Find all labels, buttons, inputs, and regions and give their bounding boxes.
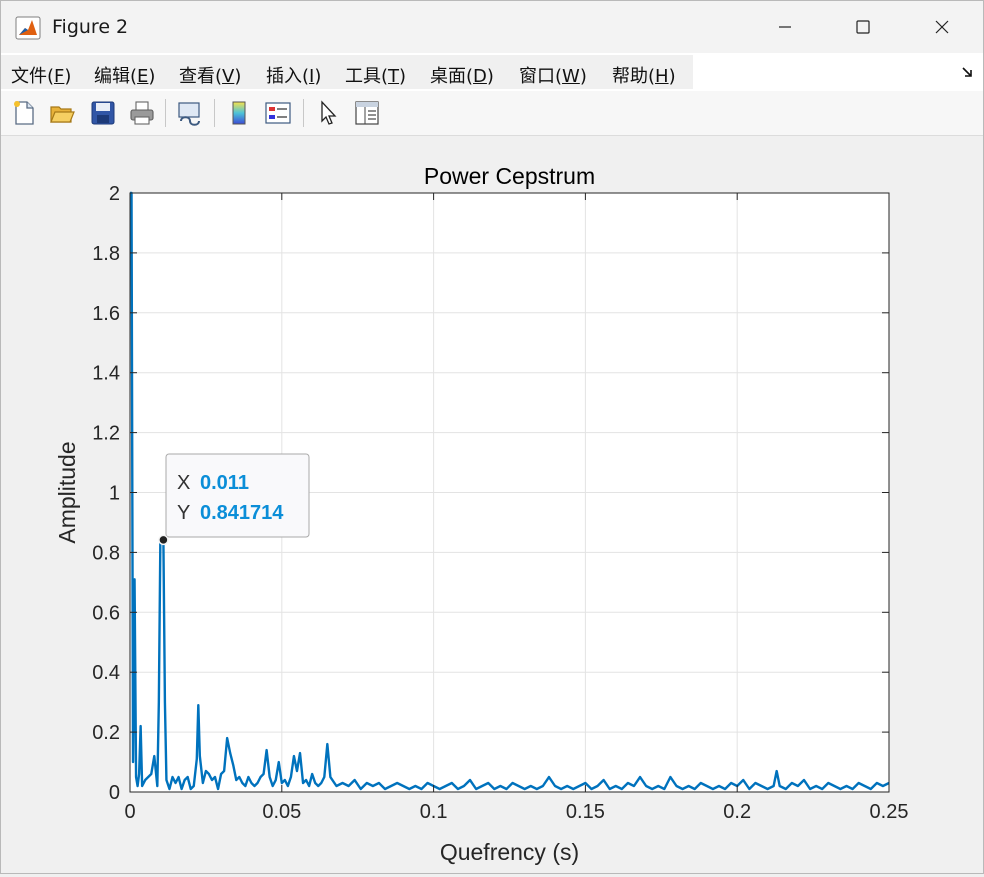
legend-icon[interactable] — [264, 99, 292, 127]
menu-view[interactable]: 查看(V) — [179, 62, 241, 88]
datatip-box[interactable] — [165, 453, 310, 538]
datatip-y-value: 0.841714 — [200, 502, 284, 524]
datatip-marker[interactable] — [158, 534, 169, 546]
y-tick-label: 1.4 — [92, 363, 120, 385]
menu-bar: 文件(F) 编辑(E) 查看(V) 插入(I) 工具(T) 桌面(D) 窗口(W) 帮助(H) — [1, 53, 983, 91]
minimize-button[interactable] — [746, 1, 824, 53]
x-tick-label: 0.15 — [566, 801, 605, 823]
edit-plot-icon[interactable] — [314, 99, 342, 127]
y-tick-label: 0 — [109, 782, 120, 804]
x-tick-label: 0.25 — [870, 801, 909, 823]
y-tick-label: 1 — [109, 483, 120, 505]
figure-window: Figure 2 文件(F) 编辑(E) 查看(V) 插入(I) 工具(T) 桌面(D) 窗… — [0, 0, 984, 874]
figure-toolbar — [1, 91, 983, 136]
menu-window[interactable]: 窗口(W) — [519, 62, 587, 88]
y-tick-label: 0.2 — [92, 722, 120, 744]
datatip-x-value: 0.011 — [200, 472, 249, 494]
new-figure-icon[interactable] — [10, 99, 38, 127]
y-tick-label: 1.2 — [92, 423, 120, 445]
y-tick-label: 0.4 — [92, 662, 120, 684]
menu-file[interactable]: 文件(F) — [11, 62, 71, 88]
menu-help[interactable]: 帮助(H) — [612, 62, 676, 88]
menu-insert[interactable]: 插入(I) — [266, 62, 321, 88]
property-inspector-icon[interactable] — [353, 99, 381, 127]
minimize-icon — [779, 26, 791, 28]
x-tick-label: 0.1 — [420, 801, 448, 823]
chart-title: Power Cepstrum — [424, 163, 595, 189]
x-tick-label: 0.2 — [723, 801, 751, 823]
close-icon — [935, 20, 949, 34]
datatip-x-label: X — [177, 472, 190, 494]
title-bar[interactable]: Figure 2 — [1, 1, 983, 53]
open-file-icon[interactable] — [48, 99, 76, 127]
figure-canvas: 0 0.05 0.1 0.15 0.2 0.25 0 0.2 0.4 0.6 0.8 1 1.2 1.4 1… — [1, 136, 983, 873]
maximize-icon — [856, 20, 870, 34]
y-tick-label: 1.6 — [92, 303, 120, 325]
y-tick-label: 1.8 — [92, 243, 120, 265]
x-tick-label: 0 — [124, 801, 135, 823]
x-axis-label: Quefrency (s) — [440, 839, 579, 865]
menu-tools[interactable]: 工具(T) — [345, 62, 406, 88]
save-icon[interactable] — [89, 99, 117, 127]
window-title: Figure 2 — [52, 16, 129, 38]
y-tick-label: 2 — [109, 183, 120, 205]
close-button[interactable] — [903, 1, 981, 53]
menu-desktop[interactable]: 桌面(D) — [430, 62, 494, 88]
y-tick-label: 0.6 — [92, 602, 120, 624]
maximize-button[interactable] — [824, 1, 902, 53]
menu-edit[interactable]: 编辑(E) — [94, 62, 155, 88]
link-plot-icon[interactable] — [176, 99, 204, 127]
y-tick-label: 0.8 — [92, 542, 120, 564]
print-icon[interactable] — [128, 99, 156, 127]
y-axis-label: Amplitude — [54, 441, 80, 543]
colorbar-icon[interactable] — [225, 99, 253, 127]
datatip-y-label: Y — [177, 502, 190, 524]
dock-arrow-icon[interactable] — [961, 65, 975, 79]
matlab-logo-icon — [15, 16, 41, 40]
cepstrum-chart[interactable]: 0 0.05 0.1 0.15 0.2 0.25 0 0.2 0.4 0.6 0.8 1 1.2 1.4 1… — [1, 136, 983, 873]
x-tick-label: 0.05 — [262, 801, 301, 823]
